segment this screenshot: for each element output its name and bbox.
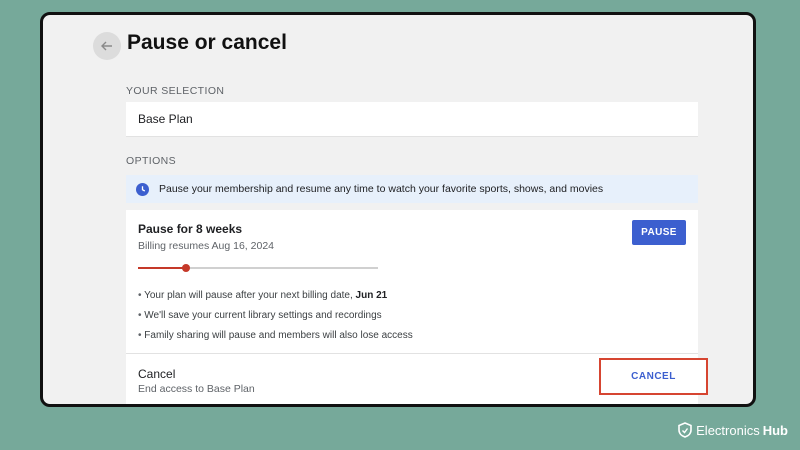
shield-logo-icon [678, 422, 692, 438]
back-button[interactable] [93, 32, 121, 60]
bullet-text: Family sharing will pause and members wi… [144, 330, 413, 341]
arrow-left-icon [101, 41, 112, 51]
your-selection-label: YOUR SELECTION [126, 85, 225, 97]
list-item: Family sharing will pause and members wi… [138, 326, 413, 346]
selected-plan: Base Plan [138, 112, 193, 126]
banner-text: Pause your membership and resume any tim… [159, 183, 604, 195]
app-window: Pause or cancel YOUR SELECTION Base Plan… [40, 12, 756, 407]
pause-title: Pause for 8 weeks [138, 222, 243, 236]
cancel-title: Cancel [138, 367, 176, 381]
clock-icon [136, 182, 149, 196]
watermark-brand-bold: Hub [762, 422, 788, 438]
pause-subtitle: Billing resumes Aug 16, 2024 [138, 240, 275, 252]
watermark: Electronics Hub [678, 422, 788, 438]
slider-fill [138, 267, 186, 269]
pause-details-list: Your plan will pause after your next bil… [138, 286, 413, 346]
options-label: OPTIONS [126, 155, 177, 167]
pause-button[interactable]: PAUSE [632, 220, 686, 245]
cancel-button[interactable]: CANCEL [599, 358, 708, 395]
info-banner: Pause your membership and resume any tim… [126, 175, 698, 203]
watermark-brand: Electronics [696, 422, 760, 438]
selection-card: Base Plan [126, 102, 698, 137]
pause-duration-slider[interactable] [138, 262, 378, 274]
slider-thumb[interactable] [182, 264, 190, 272]
cancel-subtitle: End access to Base Plan [138, 383, 255, 395]
bullet-text: Your plan will pause after your next bil… [144, 290, 356, 301]
bullet-text: We'll save your current library settings… [144, 310, 382, 321]
billing-date: Jun 21 [355, 290, 388, 301]
pause-option-card: Pause for 8 weeks Billing resumes Aug 16… [126, 210, 698, 353]
page-title: Pause or cancel [127, 31, 287, 54]
list-item: Your plan will pause after your next bil… [138, 286, 413, 306]
list-item: We'll save your current library settings… [138, 306, 413, 326]
